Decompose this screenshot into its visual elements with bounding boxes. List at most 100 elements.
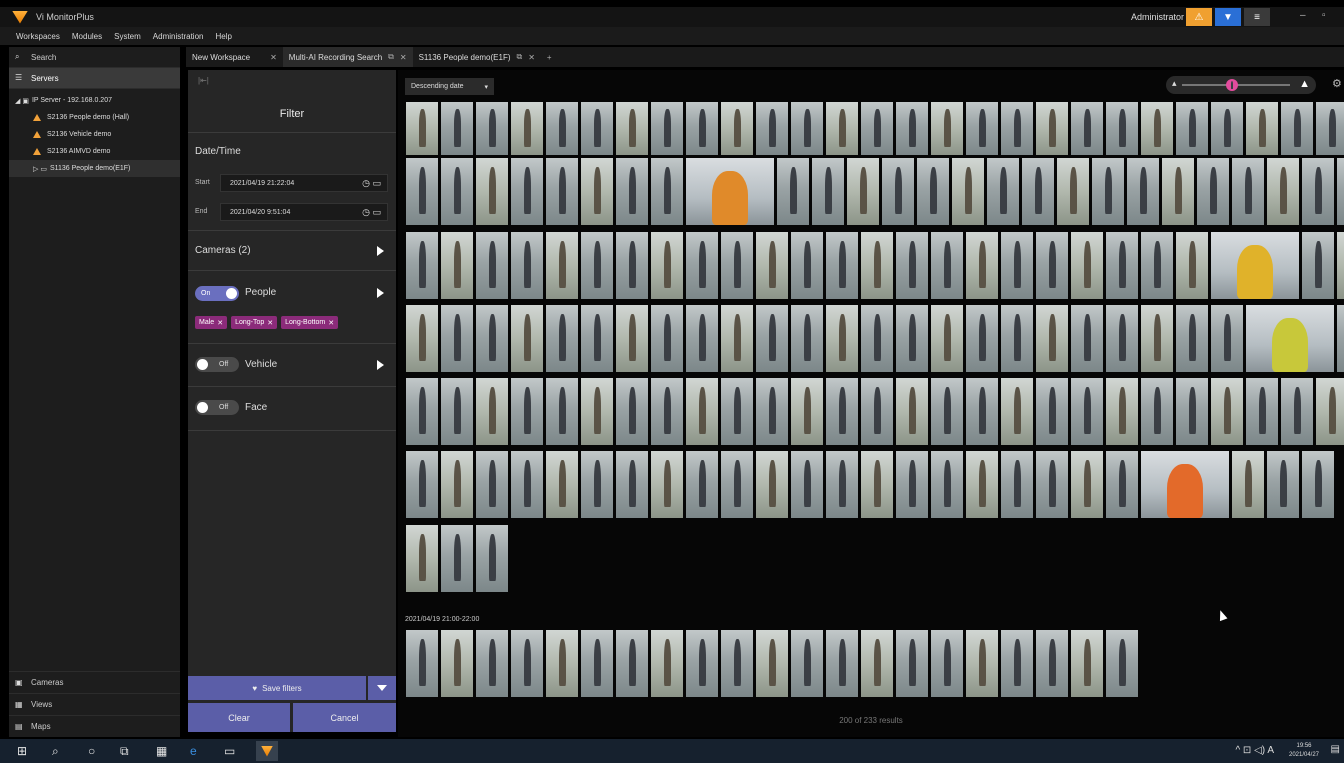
detection-thumbnail[interactable]	[441, 378, 473, 445]
detection-thumbnail[interactable]	[406, 158, 438, 225]
detection-thumbnail[interactable]	[441, 232, 473, 299]
detection-thumbnail[interactable]	[826, 630, 858, 697]
menu-workspaces[interactable]: Workspaces	[16, 32, 60, 41]
detection-thumbnail[interactable]	[1197, 158, 1229, 225]
search-icon[interactable]: ⌕	[52, 744, 59, 759]
detection-thumbnail[interactable]	[1001, 378, 1033, 445]
detection-thumbnail[interactable]	[651, 102, 683, 155]
save-filters-button[interactable]: ♥ Save filters	[188, 676, 366, 700]
slider-thumb[interactable]	[1226, 79, 1238, 91]
detection-thumbnail[interactable]	[1036, 305, 1068, 372]
detection-thumbnail[interactable]	[1302, 158, 1334, 225]
detection-thumbnail[interactable]	[1232, 158, 1264, 225]
detection-thumbnail[interactable]	[756, 305, 788, 372]
detection-thumbnail[interactable]	[756, 378, 788, 445]
tree-item[interactable]: S2136 AIMVD demo	[9, 143, 180, 160]
detection-thumbnail[interactable]	[1106, 451, 1138, 518]
detection-thumbnail[interactable]	[1141, 378, 1173, 445]
detection-thumbnail[interactable]	[686, 102, 718, 155]
detection-thumbnail[interactable]	[1176, 232, 1208, 299]
detection-thumbnail[interactable]	[686, 451, 718, 518]
detection-thumbnail[interactable]	[1176, 102, 1208, 155]
detection-thumbnail[interactable]	[931, 451, 963, 518]
detection-thumbnail[interactable]	[476, 451, 508, 518]
start-datetime-field[interactable]: 2021/04/19 21:22:04 ◷ ▭	[220, 174, 388, 192]
cameras-item[interactable]: ▣ Cameras	[9, 671, 180, 693]
detection-thumbnail[interactable]	[616, 630, 648, 697]
detection-thumbnail[interactable]	[896, 232, 928, 299]
detection-thumbnail[interactable]	[406, 630, 438, 697]
store-icon[interactable]: ▦	[156, 744, 167, 758]
detection-thumbnail[interactable]	[1001, 102, 1033, 155]
detection-thumbnail[interactable]	[721, 451, 753, 518]
detection-thumbnail[interactable]	[1211, 378, 1243, 445]
detection-thumbnail[interactable]	[476, 158, 508, 225]
detection-thumbnail[interactable]	[1176, 305, 1208, 372]
clear-button[interactable]: Clear	[188, 703, 290, 732]
detection-thumbnail[interactable]	[511, 630, 543, 697]
detection-thumbnail[interactable]	[476, 630, 508, 697]
detection-thumbnail[interactable]	[476, 102, 508, 155]
task-view-icon[interactable]: ⧉	[120, 744, 129, 759]
detection-thumbnail[interactable]	[686, 378, 718, 445]
detection-thumbnail[interactable]	[441, 102, 473, 155]
detection-thumbnail[interactable]	[721, 630, 753, 697]
minimize-icon[interactable]: –	[1300, 10, 1306, 21]
people-tag[interactable]: Long-Bottom ✕	[281, 316, 339, 329]
detection-thumbnail[interactable]	[777, 158, 809, 225]
gear-icon[interactable]: ⚙	[1332, 77, 1342, 90]
detection-thumbnail[interactable]	[756, 451, 788, 518]
detection-thumbnail[interactable]	[1281, 102, 1313, 155]
expand-arrow-icon[interactable]	[377, 246, 384, 256]
detection-thumbnail[interactable]	[686, 630, 718, 697]
detection-thumbnail[interactable]	[966, 305, 998, 372]
detection-thumbnail[interactable]	[406, 102, 438, 155]
detection-thumbnail[interactable]	[791, 630, 823, 697]
detection-thumbnail[interactable]	[931, 378, 963, 445]
detection-thumbnail[interactable]	[686, 305, 718, 372]
detection-thumbnail[interactable]	[826, 378, 858, 445]
detection-thumbnail[interactable]	[511, 158, 543, 225]
detection-thumbnail[interactable]	[826, 232, 858, 299]
detection-thumbnail[interactable]	[1106, 232, 1138, 299]
detection-thumbnail[interactable]	[861, 378, 893, 445]
detection-thumbnail[interactable]	[1071, 305, 1103, 372]
detection-thumbnail[interactable]	[511, 102, 543, 155]
detection-thumbnail[interactable]	[546, 232, 578, 299]
detection-thumbnail[interactable]	[896, 305, 928, 372]
detection-thumbnail[interactable]	[1141, 305, 1173, 372]
detection-thumbnail[interactable]	[826, 305, 858, 372]
detection-thumbnail[interactable]	[966, 232, 998, 299]
restore-icon[interactable]: ▫	[1322, 10, 1326, 21]
terminal-icon[interactable]: ▭	[224, 744, 235, 758]
detection-thumbnail[interactable]	[441, 525, 473, 592]
filter-funnel-icon[interactable]: ▼	[1215, 8, 1241, 26]
detection-thumbnail[interactable]	[756, 232, 788, 299]
detection-thumbnail[interactable]	[511, 451, 543, 518]
detection-thumbnail[interactable]	[1036, 630, 1068, 697]
menu-modules[interactable]: Modules	[72, 32, 102, 41]
detection-thumbnail[interactable]	[896, 102, 928, 155]
clock-calendar-icon[interactable]: ◷ ▭	[362, 178, 381, 189]
vimonitor-taskbar-app[interactable]	[256, 741, 278, 761]
detection-thumbnail[interactable]	[1001, 232, 1033, 299]
vehicle-toggle[interactable]: Off	[195, 357, 239, 372]
detection-thumbnail[interactable]	[896, 630, 928, 697]
detection-thumbnail[interactable]	[826, 102, 858, 155]
detection-thumbnail[interactable]	[406, 525, 438, 592]
maps-item[interactable]: ▤ Maps	[9, 715, 180, 737]
detection-thumbnail[interactable]	[1022, 158, 1054, 225]
detection-thumbnail[interactable]	[1071, 102, 1103, 155]
detection-thumbnail[interactable]	[616, 378, 648, 445]
detection-thumbnail[interactable]	[406, 451, 438, 518]
expand-arrow-icon[interactable]	[377, 288, 384, 298]
detection-thumbnail[interactable]	[756, 630, 788, 697]
notification-icon[interactable]: ▤	[1331, 744, 1340, 755]
detection-thumbnail[interactable]	[1267, 451, 1299, 518]
detection-thumbnail[interactable]	[896, 451, 928, 518]
detection-thumbnail[interactable]	[861, 630, 893, 697]
detection-thumbnail[interactable]	[686, 232, 718, 299]
face-toggle[interactable]: Off	[195, 400, 239, 415]
detection-thumbnail[interactable]	[581, 630, 613, 697]
detection-thumbnail[interactable]	[1106, 630, 1138, 697]
